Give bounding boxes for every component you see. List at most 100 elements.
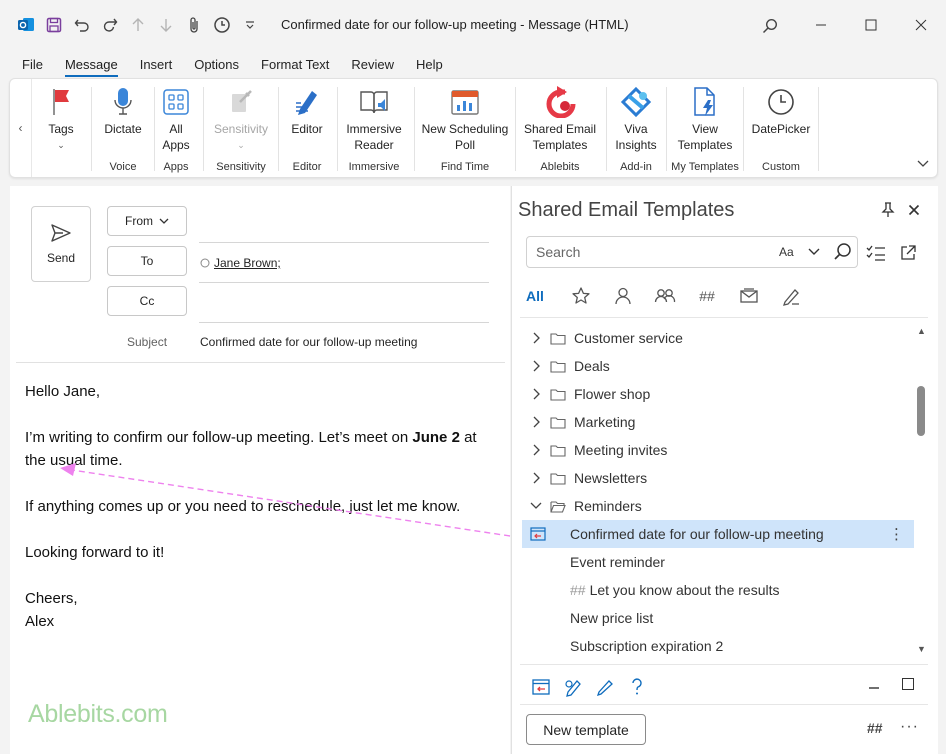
tab-insert[interactable]: Insert xyxy=(129,52,184,78)
folder-icon xyxy=(550,332,568,345)
insert-template-icon[interactable] xyxy=(530,676,552,698)
ribbon-scroll-left-button[interactable]: ‹ xyxy=(10,79,32,177)
save-icon[interactable] xyxy=(40,11,68,39)
customize-toolbar-icon[interactable] xyxy=(236,11,264,39)
redo-icon[interactable] xyxy=(96,11,124,39)
folder-deals[interactable]: Deals xyxy=(522,352,914,380)
tab-help[interactable]: Help xyxy=(405,52,454,78)
template-new-price-list[interactable]: New price list xyxy=(522,604,914,632)
template-confirmed-date[interactable]: Confirmed date for our follow-up meeting… xyxy=(522,520,914,548)
cc-field[interactable] xyxy=(199,322,489,323)
to-button[interactable]: To xyxy=(107,246,187,276)
close-window-button[interactable] xyxy=(896,0,946,50)
search-icon[interactable] xyxy=(833,242,853,265)
ribbon-group-ablebits: Shared Email Templates Ablebits xyxy=(517,85,603,173)
checklist-icon[interactable] xyxy=(864,241,888,265)
chevron-right-icon[interactable] xyxy=(526,472,546,484)
maximize-pane-button[interactable] xyxy=(902,678,914,690)
cc-button[interactable]: Cc xyxy=(107,286,187,316)
tags-button[interactable]: Tags ⌄ xyxy=(36,85,86,153)
star-icon[interactable] xyxy=(560,284,602,308)
viva-insights-icon xyxy=(610,85,662,119)
scroll-up-arrow[interactable]: ▲ xyxy=(917,326,926,336)
minimize-pane-button[interactable] xyxy=(868,676,880,693)
chevron-right-icon[interactable] xyxy=(526,332,546,344)
chevron-right-icon[interactable] xyxy=(526,360,546,372)
template-event-reminder[interactable]: Event reminder xyxy=(522,548,914,576)
edit-template-icon[interactable] xyxy=(770,284,812,308)
chevron-right-icon[interactable] xyxy=(526,416,546,428)
folder-reminders[interactable]: Reminders xyxy=(522,492,914,520)
undo-icon[interactable] xyxy=(68,11,96,39)
people-icon[interactable] xyxy=(644,284,686,308)
new-scheduling-poll-button[interactable]: New Scheduling Poll xyxy=(418,85,512,153)
hashtag-menu-button[interactable]: ## xyxy=(867,720,883,736)
pane-title: Shared Email Templates xyxy=(518,199,735,221)
folder-newsletters[interactable]: Newsletters xyxy=(522,464,914,492)
scrollbar-thumb[interactable] xyxy=(917,386,925,436)
folder-meeting-invites[interactable]: Meeting invites xyxy=(522,436,914,464)
view-templates-button[interactable]: View Templates xyxy=(670,85,740,153)
arrow-down-icon xyxy=(152,11,180,39)
tab-options[interactable]: Options xyxy=(183,52,250,78)
tab-all[interactable]: All xyxy=(526,284,554,308)
maximize-window-button[interactable] xyxy=(846,0,896,50)
chevron-down-icon[interactable] xyxy=(808,243,820,262)
editor-button[interactable]: Editor xyxy=(282,85,332,137)
chevron-right-icon[interactable] xyxy=(526,444,546,456)
tab-message[interactable]: Message xyxy=(54,52,129,78)
tab-hashtags[interactable]: ## xyxy=(686,284,728,308)
body-greeting: Hello Jane, xyxy=(25,383,101,400)
search-icon[interactable] xyxy=(758,14,782,38)
attach-icon[interactable] xyxy=(180,11,208,39)
more-options-button[interactable]: ··· xyxy=(900,718,919,736)
recipient-chip[interactable]: Jane Brown; xyxy=(200,256,281,270)
from-button[interactable]: From xyxy=(107,206,187,236)
help-icon[interactable] xyxy=(626,676,648,698)
editor-pen-icon xyxy=(282,85,332,119)
chevron-down-icon[interactable] xyxy=(917,159,929,171)
immersive-reader-button[interactable]: Immersive Reader xyxy=(340,85,408,153)
folder-customer-service[interactable]: Customer service xyxy=(522,324,914,352)
folder-icon xyxy=(550,388,568,401)
pin-icon[interactable] xyxy=(878,200,898,220)
search-input[interactable] xyxy=(536,244,766,260)
folder-flower-shop[interactable]: Flower shop xyxy=(522,380,914,408)
clock-icon[interactable] xyxy=(208,11,236,39)
view-templates-icon xyxy=(670,85,740,119)
minimize-window-button[interactable] xyxy=(796,0,846,50)
dictate-button[interactable]: Dictate xyxy=(94,85,152,137)
insert-template-icon[interactable] xyxy=(530,527,546,544)
message-body[interactable]: Hello Jane, I’m writing to confirm our f… xyxy=(25,380,485,633)
close-icon[interactable] xyxy=(904,200,924,220)
shared-mailbox-icon[interactable] xyxy=(728,284,770,308)
subject-field[interactable]: Confirmed date for our follow-up meeting xyxy=(200,335,417,349)
scroll-down-arrow[interactable]: ▼ xyxy=(917,644,926,654)
body-paragraph-2: If anything comes up or you need to resc… xyxy=(25,498,461,515)
send-icon xyxy=(51,224,71,242)
all-apps-button[interactable]: All Apps xyxy=(156,85,196,153)
tab-file[interactable]: File xyxy=(0,52,54,78)
open-external-icon[interactable] xyxy=(896,241,920,265)
new-template-button[interactable]: New template xyxy=(526,714,646,745)
template-let-you-know[interactable]: ## Let you know about the results xyxy=(522,576,914,604)
shared-email-templates-button[interactable]: Shared Email Templates xyxy=(517,85,603,153)
tab-review[interactable]: Review xyxy=(340,52,405,78)
folder-marketing[interactable]: Marketing xyxy=(522,408,914,436)
chevron-right-icon[interactable] xyxy=(526,388,546,400)
shared-templates-icon xyxy=(517,85,603,119)
send-button[interactable]: Send xyxy=(31,206,91,282)
match-case-toggle[interactable]: Aa xyxy=(779,245,794,259)
viva-insights-button[interactable]: Viva Insights xyxy=(610,85,662,153)
template-subscription-expiration[interactable]: Subscription expiration 2 xyxy=(522,632,914,660)
person-icon[interactable] xyxy=(602,284,644,308)
folder-icon xyxy=(550,360,568,373)
chevron-down-icon[interactable] xyxy=(526,502,546,510)
edit-pencil-icon[interactable] xyxy=(594,676,616,698)
datepicker-button[interactable]: DatePicker xyxy=(747,85,815,137)
share-edit-icon[interactable] xyxy=(562,676,584,698)
ribbon-group-immersive: Immersive Reader Immersive xyxy=(340,85,408,173)
tab-format-text[interactable]: Format Text xyxy=(250,52,340,78)
presence-icon xyxy=(200,258,210,268)
more-options-icon[interactable]: ⋮ xyxy=(889,525,904,543)
